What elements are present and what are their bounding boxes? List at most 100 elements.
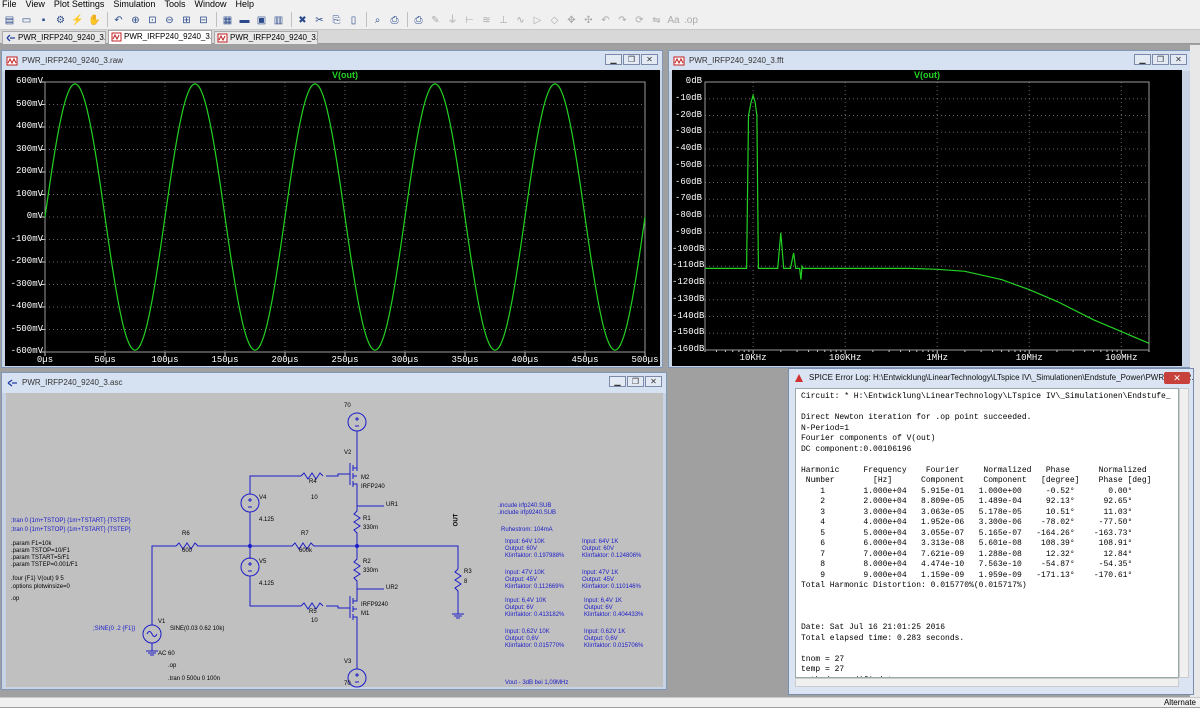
raw-plot-window[interactable]: PWR_IRFP240_9240_3.raw ▁ ❐ ✕ 600mV 500mV 400… (1, 50, 663, 368)
distortion-note-line[interactable]: Klirrfaktor: 0.197988% (505, 553, 564, 560)
rotate-icon[interactable]: ⟳ (632, 12, 647, 27)
distortion-note-line[interactable]: Input: 47V 10K (505, 570, 545, 577)
voltage-source-v2[interactable] (347, 412, 367, 432)
label-icon[interactable]: ⊢ (462, 12, 477, 27)
raw-plot-area[interactable]: 600mV 500mV 400mV 300mV 200mV 100mV 0mV -100mV -… (5, 70, 660, 366)
pick-visible-icon[interactable]: ▦ (220, 12, 235, 27)
resistor-r3[interactable] (454, 568, 462, 614)
minimize-button[interactable]: ▁ (609, 376, 626, 387)
schematic-window[interactable]: PWR_IRFP240_9240_3.asc ▁ ❐ ✕ 70 V2 M2 IR… (1, 372, 667, 690)
distortion-note-line[interactable]: Input: 64V 1K (582, 539, 618, 546)
find-icon[interactable]: ⌕ (370, 12, 385, 27)
restore-button[interactable]: ❐ (627, 376, 644, 387)
print-icon[interactable]: ⎙ (411, 12, 426, 27)
run-icon[interactable]: ⚡ (70, 12, 85, 27)
move-icon[interactable]: ✥ (564, 12, 579, 27)
restore-button[interactable]: ❐ (623, 54, 640, 65)
drag-icon[interactable]: ✣ (581, 12, 596, 27)
tran-directive[interactable]: .tran 0 500u 0 100n (168, 676, 220, 682)
close-button[interactable]: ✕ (1170, 54, 1187, 65)
tile-vertical-icon[interactable]: ▥ (271, 12, 286, 27)
schematic-canvas[interactable]: 70 V2 M2 IRFP240 R4 10 UR1 V4 4.125 R1 3… (6, 393, 663, 688)
spice-error-log-window[interactable]: SPICE Error Log: H:\Entwicklung\LinearTe… (788, 368, 1194, 695)
tab-raw[interactable]: PWR_IRFP240_9240_3.raw (214, 31, 318, 44)
tab-asc[interactable]: PWR_IRFP240_9240_3.asc (2, 31, 106, 44)
distortion-note-line[interactable]: Output: 0,6V (505, 636, 539, 643)
control-panel-icon[interactable]: ⚙ (53, 12, 68, 27)
save-icon[interactable]: ▪ (36, 12, 51, 27)
text-icon[interactable]: Aa (666, 12, 681, 27)
spice-directive[interactable]: .four {F1} V(out) 9 5 (11, 576, 64, 582)
vout-bandwidth-note[interactable]: Vout - 3dB bei 1,09MHz (505, 680, 568, 687)
spice-directive[interactable]: .param TSTEP=0.001/F1 (11, 562, 78, 568)
voltage-source-v5[interactable] (240, 557, 260, 577)
component-icon[interactable]: ◇ (547, 12, 562, 27)
zoom-fit-icon[interactable]: ⊡ (145, 12, 160, 27)
distortion-note-line[interactable]: Input: 0,62V 10K (505, 629, 550, 636)
error-log-vertical-scrollbar[interactable] (1179, 388, 1189, 678)
distortion-note-line[interactable]: Klirrfaktor: 0.413182% (505, 612, 564, 619)
close-button[interactable]: ✕ (1164, 372, 1190, 384)
menu-view[interactable]: View (26, 0, 45, 9)
resistor-r2[interactable] (353, 546, 361, 589)
minimize-button[interactable]: ▁ (1134, 54, 1151, 65)
spice-directive-icon[interactable]: .op (683, 12, 698, 27)
spice-directive[interactable]: ;tran 0 {1m+TSTOP} {1m+TSTART} {TSTEP} (11, 518, 131, 525)
distortion-note-line[interactable]: Klirrfaktor: 0.112669% (505, 584, 564, 591)
distortion-note-line[interactable]: Output: 45V (505, 577, 537, 584)
distortion-note-line[interactable]: Klirrfaktor: 0.404433% (584, 612, 643, 619)
tile-horizontal-icon[interactable]: ▬ (237, 12, 252, 27)
distortion-note-line[interactable]: Input: 6,4V 10K (505, 598, 546, 605)
close-button[interactable]: ✕ (645, 376, 662, 387)
distortion-note-line[interactable]: Klirrfaktor: 0.015770% (505, 643, 564, 650)
distortion-note-line[interactable]: Input: 6,4V 1K (584, 598, 622, 605)
spice-directive[interactable]: .op (11, 596, 19, 602)
resistor-r6[interactable] (151, 542, 250, 625)
close-button[interactable]: ✕ (641, 54, 658, 65)
distortion-note-line[interactable]: Output: 60V (505, 546, 537, 553)
zoom-out-icon[interactable]: ⊖ (162, 12, 177, 27)
voltage-source-v4[interactable] (240, 493, 260, 513)
spice-directive[interactable]: .param TSTOP=10/F1 (11, 548, 70, 554)
new-schematic-icon[interactable]: ▤ (2, 12, 17, 27)
ground-icon[interactable]: ⏚ (445, 12, 460, 27)
raw-window-titlebar[interactable]: PWR_IRFP240_9240_3.raw ▁ ❐ ✕ (2, 51, 662, 71)
distortion-note-line[interactable]: Input: 0.62V 1K (584, 629, 625, 636)
zoom-in-icon[interactable]: ⊕ (128, 12, 143, 27)
copy-icon[interactable]: ⎘ (329, 12, 344, 27)
distortion-note-line[interactable]: Output: 60V (582, 546, 614, 553)
print-setup-icon[interactable]: ⎙ (387, 12, 402, 27)
menu-file[interactable]: File (2, 0, 17, 9)
distortion-note-line[interactable]: Klirrfaktor: 0.015706% (584, 643, 643, 650)
cut-icon[interactable]: ✂ (312, 12, 327, 27)
distortion-note-line[interactable]: Klirrfaktor: 0.110146% (582, 584, 641, 591)
halt-icon[interactable]: ✋ (87, 12, 102, 27)
open-icon[interactable]: ▭ (19, 12, 34, 27)
redo-icon[interactable]: ↷ (615, 12, 630, 27)
fft-plot-area[interactable]: 0dB -10dB -20dB -30dB -40dB -50dB -60dB -70dB -8… (672, 70, 1182, 366)
undo-icon[interactable]: ↶ (598, 12, 613, 27)
resistor-icon[interactable]: ≋ (479, 12, 494, 27)
inductor-icon[interactable]: ∿ (513, 12, 528, 27)
zoom-full-icon[interactable]: ⊞ (179, 12, 194, 27)
menu-help[interactable]: Help (235, 0, 254, 9)
cascade-icon[interactable]: ▣ (254, 12, 269, 27)
restore-button[interactable]: ❐ (1152, 54, 1169, 65)
spice-directive[interactable]: .param TSTART=5/F1 (11, 555, 70, 561)
distortion-note-line[interactable]: Input: 47V 1K (582, 570, 618, 577)
spice-directive[interactable]: .param F1=10k (11, 541, 52, 547)
distortion-note-line[interactable]: Klirrfaktor: 0.124806% (582, 553, 641, 560)
menu-tools[interactable]: Tools (164, 0, 185, 9)
autorange-icon[interactable]: ⊟ (196, 12, 211, 27)
error-log-horizontal-scrollbar[interactable] (795, 678, 1179, 687)
tab-fft[interactable]: PWR_IRFP240_9240_3.fft (108, 30, 212, 44)
resistor-r1[interactable] (353, 497, 361, 546)
fft-trace[interactable] (705, 93, 1150, 344)
op-directive[interactable]: .op (168, 663, 176, 669)
include-irfp9240[interactable]: .include irfp9240.SUB (498, 510, 556, 517)
sine-comment[interactable]: ;SINE(0 .2 {F1}) (93, 626, 135, 633)
paste-icon[interactable]: ▯ (346, 12, 361, 27)
menu-simulation[interactable]: Simulation (113, 0, 155, 9)
schematic-window-titlebar[interactable]: PWR_IRFP240_9240_3.asc ▁ ❐ ✕ (2, 373, 666, 393)
ruhestrom-note[interactable]: Ruhestrom: 104mA (501, 527, 553, 534)
